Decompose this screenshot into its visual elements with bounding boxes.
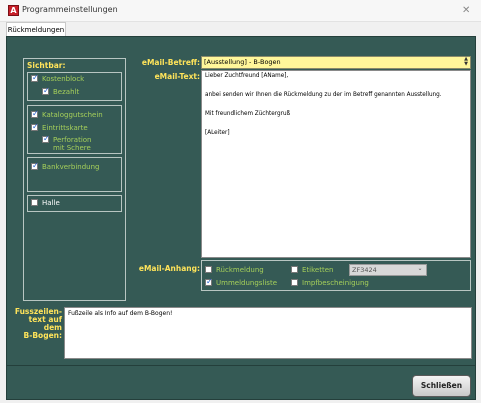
fusszeilen-field[interactable]: Fußzeile als Info auf dem B-Bogen!: [64, 307, 472, 359]
email-text-line: [ALeiter]: [205, 130, 230, 136]
bank-label: Bankverbindung: [42, 163, 100, 171]
eintritt-checkbox[interactable]: [31, 122, 39, 131]
tab-rueckmeldungen[interactable]: Rückmeldungen: [6, 22, 66, 37]
chevron-down-icon[interactable]: ⌄: [415, 265, 425, 275]
etiketten-label: Etiketten: [302, 266, 334, 274]
button-bar: [6, 366, 476, 400]
eintritt-label: Eintrittskarte: [42, 124, 88, 132]
kostenblock-label: Kostenblock: [42, 75, 85, 83]
email-text-line: Mit freundlichem Züchtergruß: [205, 111, 291, 117]
window-title: Programmeinstellungen: [22, 5, 118, 14]
impf-checkbox[interactable]: [291, 279, 298, 286]
app-icon: A: [8, 5, 19, 16]
email-text-area[interactable]: Lieber Zuchtfreund [AName], anbei senden…: [201, 70, 471, 258]
ummeldeliste-checkbox[interactable]: [205, 277, 213, 286]
rueckmeldung-checkbox[interactable]: [205, 266, 212, 273]
email-text-label: eMail-Text:: [154, 72, 200, 81]
betreff-spin-icon[interactable]: ▲ ▼: [462, 57, 470, 68]
katalog-checkbox[interactable]: [31, 109, 39, 118]
bezahlt-checkbox[interactable]: [42, 86, 50, 95]
email-betreff-label: eMail-Betreff:: [141, 58, 200, 67]
fusszeilen-label: Fusszeilen- text auf dem B-Bogen:: [14, 307, 62, 340]
email-text-line: anbei senden wir Ihnen die Rückmeldung z…: [205, 92, 442, 98]
rueckmeldung-label: Rückmeldung: [216, 266, 264, 274]
sichtbar-label: Sichtbar:: [27, 61, 66, 70]
halle-label: Halle: [42, 199, 60, 207]
halle-checkbox[interactable]: [31, 199, 38, 206]
katalog-label: Katalog­gutschein: [42, 111, 103, 119]
email-anhang-label: eMail-Anhang:: [138, 264, 200, 273]
kostenblock-checkbox[interactable]: [31, 73, 39, 82]
perforation-checkbox[interactable]: [42, 134, 50, 143]
email-text-line: Lieber Zuchtfreund [AName],: [205, 73, 289, 79]
email-betreff-field[interactable]: [Ausstellung] - B-Bogen: [201, 56, 471, 69]
ummeldeliste-label: Ummeldungsliste: [216, 279, 278, 287]
schliessen-button[interactable]: Schließen: [412, 375, 471, 397]
perforation-label-line1: Perforation: [53, 136, 92, 144]
etiketten-checkbox[interactable]: [291, 266, 298, 273]
close-icon[interactable]: ✕: [462, 5, 470, 16]
perforation-label-line2: mit Schere: [53, 144, 91, 152]
impf-label: Impfbescheinigung: [302, 279, 369, 287]
bezahlt-label: Bezahlt: [53, 88, 80, 96]
bank-checkbox[interactable]: [31, 161, 39, 170]
